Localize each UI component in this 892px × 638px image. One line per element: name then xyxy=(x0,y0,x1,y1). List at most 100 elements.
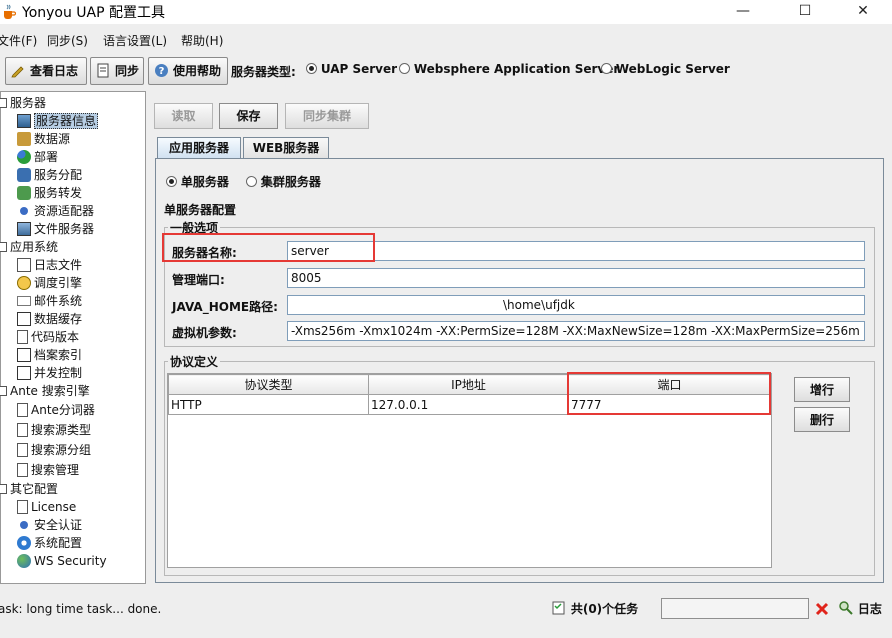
mode-single[interactable]: 单服务器 xyxy=(166,173,229,190)
status-message: ask: long time task... done. xyxy=(0,602,162,616)
save-button[interactable]: 保存 xyxy=(219,103,278,129)
maximize-button[interactable]: ☐ xyxy=(782,0,828,24)
document-icon xyxy=(17,403,28,417)
tree-item-data-cache[interactable]: 数据缓存 xyxy=(17,310,82,328)
clock-icon xyxy=(17,276,31,290)
column-header-ip[interactable]: IP地址 xyxy=(368,374,569,395)
tree-item-server-info[interactable]: 服务器信息 xyxy=(17,112,99,130)
folder-open-icon xyxy=(0,98,7,108)
index-icon xyxy=(17,348,31,362)
status-progress-field xyxy=(661,598,809,619)
log-file-icon xyxy=(17,258,31,272)
folder-open-icon xyxy=(0,242,7,252)
read-button[interactable]: 读取 xyxy=(154,103,213,129)
delete-row-button[interactable]: 删行 xyxy=(794,407,850,432)
server-type-weblogic[interactable]: WebLogic Server xyxy=(601,62,730,76)
tree-item-resource-adapter[interactable]: 资源适配器 xyxy=(17,202,94,220)
sync-button[interactable]: 同步 xyxy=(90,57,144,85)
log-pen-icon xyxy=(11,66,24,78)
tree-item-security-auth[interactable]: 安全认证 xyxy=(17,516,82,534)
menu-language[interactable]: 语言设置(L) xyxy=(103,32,167,49)
toolbar: 查看日志 同步 ? 使用帮助 服务器类型: UAP Server Websphe… xyxy=(0,53,892,89)
sync-label: 同步 xyxy=(115,64,140,78)
cell-ip[interactable]: 127.0.0.1 xyxy=(368,394,569,415)
jvm-args-label: 虚拟机参数: xyxy=(172,326,237,340)
tree-item-datasource[interactable]: 数据源 xyxy=(17,130,70,148)
section-title: 单服务器配置 xyxy=(164,203,237,217)
tree-item-concurrency[interactable]: 并发控制 xyxy=(17,364,82,382)
adapter-dot-icon xyxy=(20,207,28,215)
system-config-icon xyxy=(17,536,31,550)
help-button[interactable]: ? 使用帮助 xyxy=(148,57,228,85)
server-type-uap[interactable]: UAP Server xyxy=(306,62,397,76)
tree-item-ws-security[interactable]: WS Security xyxy=(17,552,107,570)
document-icon xyxy=(17,463,28,477)
column-header-protocol[interactable]: 协议类型 xyxy=(168,374,369,395)
menu-sync[interactable]: 同步(S) xyxy=(47,32,88,49)
forward-icon xyxy=(17,186,31,200)
tree-item-ante-tokenizer[interactable]: Ante分词器 xyxy=(17,401,95,419)
title-bar: Yonyou UAP 配置工具 — ☐ ✕ xyxy=(0,0,892,24)
help-icon: ? xyxy=(155,64,168,77)
add-row-button[interactable]: 增行 xyxy=(794,377,850,402)
tree-item-search-source-group[interactable]: 搜索源分组 xyxy=(17,441,91,459)
radio-selected-icon[interactable] xyxy=(306,63,317,74)
mode-cluster[interactable]: 集群服务器 xyxy=(246,173,321,190)
file-server-icon xyxy=(17,222,31,236)
cell-protocol[interactable]: HTTP xyxy=(168,394,369,415)
document-icon xyxy=(17,423,28,437)
log-button[interactable]: 日志 xyxy=(838,600,882,617)
tree-item-search-management[interactable]: 搜索管理 xyxy=(17,461,79,479)
minimize-button[interactable]: — xyxy=(720,0,766,24)
sync-cluster-button[interactable]: 同步集群 xyxy=(285,103,369,129)
highlight-box-server-name xyxy=(162,233,375,262)
admin-port-field[interactable]: 8005 xyxy=(287,268,865,288)
task-list-button[interactable]: 共(0)个任务 xyxy=(551,600,638,617)
tree-item-scheduler[interactable]: 调度引擎 xyxy=(17,274,82,292)
task-icon xyxy=(552,601,565,615)
tree-group-app-system[interactable]: 应用系统 xyxy=(0,238,58,256)
concurrency-icon xyxy=(17,366,31,380)
java-home-label: JAVA_HOME路径: xyxy=(172,300,278,314)
tree-item-deploy[interactable]: 部署 xyxy=(17,148,58,166)
security-dot-icon xyxy=(20,521,28,529)
tree-item-system-config[interactable]: 系统配置 xyxy=(17,534,82,552)
radio-icon[interactable] xyxy=(399,63,410,74)
highlight-box-port xyxy=(567,372,771,415)
help-label: 使用帮助 xyxy=(173,64,222,78)
java-home-field[interactable]: \home\ufjdk xyxy=(287,295,865,315)
tree-item-log-file[interactable]: 日志文件 xyxy=(17,256,82,274)
menu-bar: 文件(F) 同步(S) 语言设置(L) 帮助(H) xyxy=(0,28,892,50)
document-icon xyxy=(17,443,28,457)
radio-selected-icon[interactable] xyxy=(166,176,177,187)
tree-item-archive-index[interactable]: 档案索引 xyxy=(17,346,82,364)
tree-item-service-forward[interactable]: 服务转发 xyxy=(17,184,82,202)
admin-port-label: 管理端口: xyxy=(172,273,225,287)
menu-help[interactable]: 帮助(H) xyxy=(181,32,223,49)
tree-group-server[interactable]: 服务器 xyxy=(0,94,46,112)
protocol-legend: 协议定义 xyxy=(168,353,221,370)
tree-group-other-config[interactable]: 其它配置 xyxy=(0,480,58,498)
tree-item-search-source-type[interactable]: 搜索源类型 xyxy=(17,421,91,439)
tree-item-file-server[interactable]: 文件服务器 xyxy=(17,220,94,238)
radio-icon[interactable] xyxy=(601,63,612,74)
tab-web-server[interactable]: WEB服务器 xyxy=(243,137,329,159)
status-bar: ask: long time task... done. 共(0)个任务 日志 xyxy=(0,594,892,624)
tree-item-license[interactable]: License xyxy=(17,498,76,516)
tree-group-ante-search[interactable]: Ante 搜索引擎 xyxy=(0,382,90,400)
tab-app-server[interactable]: 应用服务器 xyxy=(157,137,241,159)
radio-icon[interactable] xyxy=(246,176,257,187)
sync-document-icon xyxy=(97,63,109,78)
jvm-args-field[interactable]: -Xms256m -Xmx1024m -XX:PermSize=128M -XX… xyxy=(287,321,865,341)
document-icon xyxy=(17,500,28,514)
menu-file[interactable]: 文件(F) xyxy=(0,32,37,49)
magnifier-icon xyxy=(839,601,853,615)
tree-item-mail[interactable]: 邮件系统 xyxy=(17,292,82,310)
server-type-label: 服务器类型: xyxy=(231,65,296,79)
view-log-button[interactable]: 查看日志 xyxy=(5,57,87,85)
tree-item-code-version[interactable]: 代码版本 xyxy=(17,328,79,346)
tree-item-service-allocation[interactable]: 服务分配 xyxy=(17,166,82,184)
cancel-icon[interactable] xyxy=(815,602,829,616)
close-button[interactable]: ✕ xyxy=(840,0,886,24)
server-type-websphere[interactable]: Websphere Application Server xyxy=(399,62,619,76)
